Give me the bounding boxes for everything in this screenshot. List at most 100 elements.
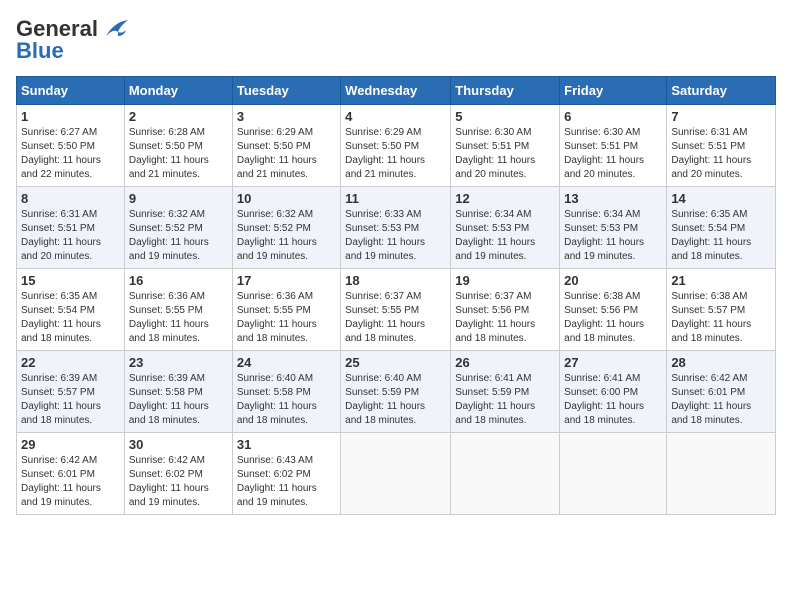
day-number: 21 — [671, 273, 771, 288]
day-info: Sunrise: 6:31 AM Sunset: 5:51 PM Dayligh… — [21, 208, 120, 264]
day-info: Sunrise: 6:41 AM Sunset: 6:00 PM Dayligh… — [564, 372, 662, 428]
day-info: Sunrise: 6:42 AM Sunset: 6:01 PM Dayligh… — [21, 454, 120, 510]
calendar-cell: 22 Sunrise: 6:39 AM Sunset: 5:57 PM Dayli… — [17, 351, 125, 433]
day-number: 7 — [671, 109, 771, 124]
day-number: 18 — [345, 273, 446, 288]
header-thursday: Thursday — [451, 77, 560, 105]
calendar-cell: 7 Sunrise: 6:31 AM Sunset: 5:51 PM Daylig… — [667, 105, 776, 187]
day-info: Sunrise: 6:42 AM Sunset: 6:01 PM Dayligh… — [671, 372, 771, 428]
calendar-cell: 21Sunrise: 6:38 AM Sunset: 5:57 PM Dayli… — [667, 269, 776, 351]
day-number: 9 — [129, 191, 228, 206]
day-number: 16 — [129, 273, 228, 288]
calendar-cell — [451, 433, 560, 515]
logo-bird-icon — [98, 18, 130, 40]
page-header: General Blue — [16, 16, 776, 64]
day-number: 4 — [345, 109, 446, 124]
day-info: Sunrise: 6:29 AM Sunset: 5:50 PM Dayligh… — [345, 126, 446, 182]
day-number: 31 — [237, 437, 336, 452]
day-info: Sunrise: 6:37 AM Sunset: 5:55 PM Dayligh… — [345, 290, 446, 346]
day-info: Sunrise: 6:31 AM Sunset: 5:51 PM Dayligh… — [671, 126, 771, 182]
logo: General Blue — [16, 16, 130, 64]
calendar-week-2: 8 Sunrise: 6:31 AM Sunset: 5:51 PM Daylig… — [17, 187, 776, 269]
calendar-cell: 19 Sunrise: 6:37 AM Sunset: 5:56 PM Dayli… — [451, 269, 560, 351]
header-wednesday: Wednesday — [341, 77, 451, 105]
day-info: Sunrise: 6:40 AM Sunset: 5:59 PM Dayligh… — [345, 372, 446, 428]
day-number: 23 — [129, 355, 228, 370]
calendar-week-4: 22 Sunrise: 6:39 AM Sunset: 5:57 PM Dayli… — [17, 351, 776, 433]
calendar-cell: 3 Sunrise: 6:29 AM Sunset: 5:50 PM Daylig… — [232, 105, 340, 187]
calendar-cell: 23 Sunrise: 6:39 AM Sunset: 5:58 PM Dayli… — [124, 351, 232, 433]
calendar-cell: 2 Sunrise: 6:28 AM Sunset: 5:50 PM Daylig… — [124, 105, 232, 187]
day-info: Sunrise: 6:38 AM Sunset: 5:56 PM Dayligh… — [564, 290, 662, 346]
calendar-cell: 18 Sunrise: 6:37 AM Sunset: 5:55 PM Dayli… — [341, 269, 451, 351]
day-number: 6 — [564, 109, 662, 124]
calendar-cell: 29Sunrise: 6:42 AM Sunset: 6:01 PM Dayli… — [17, 433, 125, 515]
day-number: 24 — [237, 355, 336, 370]
calendar-cell: 9 Sunrise: 6:32 AM Sunset: 5:52 PM Daylig… — [124, 187, 232, 269]
day-number: 19 — [455, 273, 555, 288]
calendar-cell — [667, 433, 776, 515]
day-number: 26 — [455, 355, 555, 370]
day-info: Sunrise: 6:39 AM Sunset: 5:57 PM Dayligh… — [21, 372, 120, 428]
day-number: 5 — [455, 109, 555, 124]
calendar-week-5: 29Sunrise: 6:42 AM Sunset: 6:01 PM Dayli… — [17, 433, 776, 515]
day-info: Sunrise: 6:35 AM Sunset: 5:54 PM Dayligh… — [21, 290, 120, 346]
day-number: 22 — [21, 355, 120, 370]
calendar-cell: 24 Sunrise: 6:40 AM Sunset: 5:58 PM Dayli… — [232, 351, 340, 433]
day-number: 13 — [564, 191, 662, 206]
day-info: Sunrise: 6:36 AM Sunset: 5:55 PM Dayligh… — [237, 290, 336, 346]
calendar-cell: 6 Sunrise: 6:30 AM Sunset: 5:51 PM Daylig… — [560, 105, 667, 187]
day-info: Sunrise: 6:36 AM Sunset: 5:55 PM Dayligh… — [129, 290, 228, 346]
day-info: Sunrise: 6:43 AM Sunset: 6:02 PM Dayligh… — [237, 454, 336, 510]
calendar-cell: 4 Sunrise: 6:29 AM Sunset: 5:50 PM Daylig… — [341, 105, 451, 187]
header-tuesday: Tuesday — [232, 77, 340, 105]
calendar-header-row: SundayMondayTuesdayWednesdayThursdayFrid… — [17, 77, 776, 105]
day-number: 15 — [21, 273, 120, 288]
day-info: Sunrise: 6:40 AM Sunset: 5:58 PM Dayligh… — [237, 372, 336, 428]
day-info: Sunrise: 6:34 AM Sunset: 5:53 PM Dayligh… — [455, 208, 555, 264]
calendar-cell: 11 Sunrise: 6:33 AM Sunset: 5:53 PM Dayli… — [341, 187, 451, 269]
day-info: Sunrise: 6:39 AM Sunset: 5:58 PM Dayligh… — [129, 372, 228, 428]
day-number: 3 — [237, 109, 336, 124]
header-sunday: Sunday — [17, 77, 125, 105]
day-info: Sunrise: 6:32 AM Sunset: 5:52 PM Dayligh… — [237, 208, 336, 264]
day-number: 28 — [671, 355, 771, 370]
day-info: Sunrise: 6:42 AM Sunset: 6:02 PM Dayligh… — [129, 454, 228, 510]
day-number: 20 — [564, 273, 662, 288]
calendar-cell: 31 Sunrise: 6:43 AM Sunset: 6:02 PM Dayli… — [232, 433, 340, 515]
calendar-cell — [341, 433, 451, 515]
day-number: 14 — [671, 191, 771, 206]
calendar-cell: 27 Sunrise: 6:41 AM Sunset: 6:00 PM Dayli… — [560, 351, 667, 433]
calendar-cell: 28 Sunrise: 6:42 AM Sunset: 6:01 PM Dayli… — [667, 351, 776, 433]
day-number: 17 — [237, 273, 336, 288]
logo-blue: Blue — [16, 38, 64, 64]
calendar-cell: 10Sunrise: 6:32 AM Sunset: 5:52 PM Dayli… — [232, 187, 340, 269]
header-friday: Friday — [560, 77, 667, 105]
calendar-cell: 16 Sunrise: 6:36 AM Sunset: 5:55 PM Dayli… — [124, 269, 232, 351]
calendar-cell: 20 Sunrise: 6:38 AM Sunset: 5:56 PM Dayli… — [560, 269, 667, 351]
calendar-cell: 12 Sunrise: 6:34 AM Sunset: 5:53 PM Dayli… — [451, 187, 560, 269]
day-info: Sunrise: 6:33 AM Sunset: 5:53 PM Dayligh… — [345, 208, 446, 264]
day-number: 27 — [564, 355, 662, 370]
day-number: 30 — [129, 437, 228, 452]
day-number: 12 — [455, 191, 555, 206]
day-number: 11 — [345, 191, 446, 206]
calendar-cell: 1Sunrise: 6:27 AM Sunset: 5:50 PM Daylig… — [17, 105, 125, 187]
calendar-cell: 5Sunrise: 6:30 AM Sunset: 5:51 PM Daylig… — [451, 105, 560, 187]
day-number: 8 — [21, 191, 120, 206]
day-info: Sunrise: 6:35 AM Sunset: 5:54 PM Dayligh… — [671, 208, 771, 264]
calendar-cell: 30 Sunrise: 6:42 AM Sunset: 6:02 PM Dayli… — [124, 433, 232, 515]
calendar-cell — [560, 433, 667, 515]
day-info: Sunrise: 6:30 AM Sunset: 5:51 PM Dayligh… — [564, 126, 662, 182]
day-info: Sunrise: 6:37 AM Sunset: 5:56 PM Dayligh… — [455, 290, 555, 346]
calendar-week-1: 1Sunrise: 6:27 AM Sunset: 5:50 PM Daylig… — [17, 105, 776, 187]
day-info: Sunrise: 6:28 AM Sunset: 5:50 PM Dayligh… — [129, 126, 228, 182]
day-number: 2 — [129, 109, 228, 124]
day-info: Sunrise: 6:32 AM Sunset: 5:52 PM Dayligh… — [129, 208, 228, 264]
calendar-cell: 13 Sunrise: 6:34 AM Sunset: 5:53 PM Dayli… — [560, 187, 667, 269]
day-info: Sunrise: 6:29 AM Sunset: 5:50 PM Dayligh… — [237, 126, 336, 182]
day-number: 1 — [21, 109, 120, 124]
day-number: 25 — [345, 355, 446, 370]
day-info: Sunrise: 6:34 AM Sunset: 5:53 PM Dayligh… — [564, 208, 662, 264]
calendar-cell: 17 Sunrise: 6:36 AM Sunset: 5:55 PM Dayli… — [232, 269, 340, 351]
